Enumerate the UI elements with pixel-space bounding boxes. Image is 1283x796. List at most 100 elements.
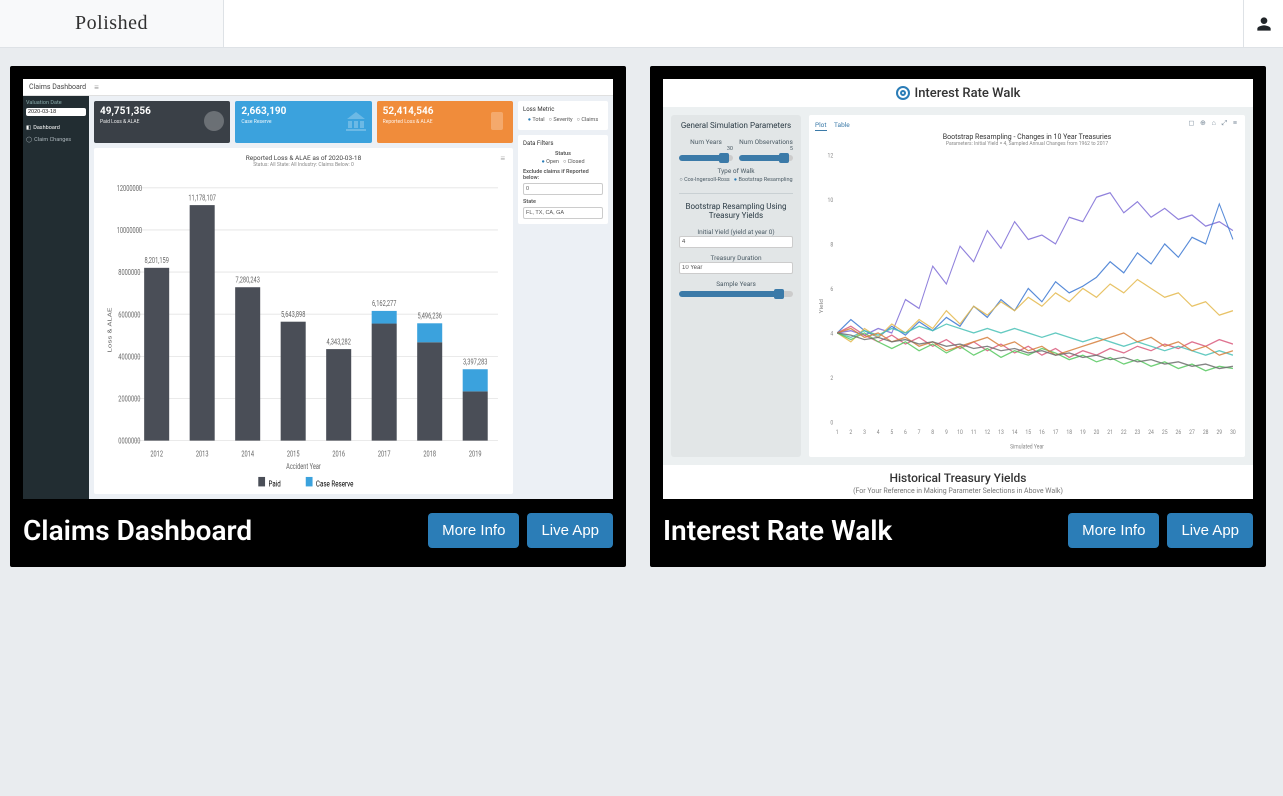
duration-label: Treasury Duration <box>679 254 793 262</box>
preview-main: Plot Table ◻ ⊕ ⌂ ⤢ ≡ Bootstrap Resamplin… <box>809 115 1245 457</box>
preview-sidebar: Valuation Date ◧ Dashboard ◯ Claim Chang… <box>23 96 89 499</box>
preview-titlebar: Claims Dashboard ≡ <box>23 79 613 96</box>
tab-table: Table <box>834 121 850 129</box>
svg-text:2: 2 <box>849 429 852 436</box>
svg-text:10000000: 10000000 <box>117 226 142 235</box>
svg-text:6: 6 <box>904 429 907 436</box>
duration-select <box>679 262 793 274</box>
chart-panel: Reported Loss & ALAE as of 2020-03-18 St… <box>94 148 513 494</box>
radio-closed: Closed <box>563 159 585 165</box>
svg-text:7: 7 <box>918 429 921 436</box>
svg-text:5: 5 <box>890 429 893 436</box>
preview-app-title: Claims Dashboard <box>29 83 86 91</box>
svg-text:15: 15 <box>1025 429 1031 436</box>
svg-text:2013: 2013 <box>196 449 209 458</box>
svg-text:5,643,898: 5,643,898 <box>281 310 306 319</box>
svg-text:8: 8 <box>931 429 934 436</box>
exclude-input <box>523 183 603 195</box>
bank-icon <box>344 109 368 133</box>
user-menu-button[interactable] <box>1243 0 1283 47</box>
svg-text:21: 21 <box>1107 429 1113 436</box>
bar-chart: 0000000200000040000006000000800000010000… <box>100 172 507 488</box>
target-icon <box>896 86 910 100</box>
svg-text:Loss & ALAE: Loss & ALAE <box>106 307 113 352</box>
stat-row: 49,751,356 Paid Loss & ALAE 2,663,190 Ca… <box>94 101 513 143</box>
panel-title: Loss Metric <box>523 106 603 113</box>
svg-text:23: 23 <box>1135 429 1141 436</box>
radio-cir: Cox-Ingersoll-Ross <box>679 177 729 183</box>
svg-text:2016: 2016 <box>332 449 345 458</box>
clipboard-icon <box>485 109 509 133</box>
chart-toolbar-icons: ◻ ⊕ ⌂ ⤢ ≡ <box>1188 119 1239 128</box>
valuation-date-label: Valuation Date <box>26 100 86 106</box>
svg-text:14: 14 <box>1012 429 1018 436</box>
footer-subtitle: (For Your Reference in Making Parameter … <box>663 487 1253 495</box>
svg-text:26: 26 <box>1176 429 1182 436</box>
svg-text:5,496,236: 5,496,236 <box>417 312 442 321</box>
general-params-header: General Simulation Parameters <box>679 121 793 130</box>
status-label: Status <box>523 151 603 157</box>
svg-text:19: 19 <box>1080 429 1086 436</box>
line-chart: 0246810121234567891011121314151617181920… <box>815 147 1239 451</box>
svg-text:25: 25 <box>1162 429 1168 436</box>
chart-subtitle: Status: All State: All Industry: Claims … <box>100 162 507 168</box>
svg-text:Paid: Paid <box>268 478 280 488</box>
sidebar-item-label: Claim Changes <box>34 137 71 143</box>
initial-yield-label: Initial Yield (yield at year 0) <box>679 228 793 236</box>
svg-text:12000000: 12000000 <box>117 184 142 193</box>
svg-text:Case Reserve: Case Reserve <box>316 478 354 488</box>
num-years-value: 30 <box>679 146 733 152</box>
card-grid: Claims Dashboard ≡ Valuation Date ◧ Dash… <box>0 48 1283 585</box>
more-info-button[interactable]: More Info <box>428 513 519 548</box>
radio-severity: Severity <box>549 117 573 123</box>
sidebar-item-dashboard: ◧ Dashboard <box>26 122 86 134</box>
svg-text:Yield: Yield <box>820 299 825 313</box>
live-app-button[interactable]: Live App <box>1167 513 1253 548</box>
app-preview-interest: Interest Rate Walk General Simulation Pa… <box>663 79 1253 499</box>
footer-title: Historical Treasury Yields <box>663 471 1253 485</box>
svg-text:Accident Year: Accident Year <box>286 462 321 471</box>
valuation-date-input <box>26 108 86 116</box>
exclude-label: Exclude claims if Reported below: <box>523 169 603 181</box>
svg-text:7,280,243: 7,280,243 <box>235 276 260 285</box>
loss-metric-options: Total Severity Claims <box>523 117 603 123</box>
radio-bootstrap: Bootstrap Resampling <box>734 177 793 183</box>
svg-text:27: 27 <box>1189 429 1195 436</box>
data-filters-panel: Data Filters Status Open Closed Exclude … <box>518 135 608 224</box>
live-app-button[interactable]: Live App <box>527 513 613 548</box>
chart-title: Reported Loss & ALAE as of 2020-03-18 <box>100 154 507 162</box>
svg-text:6,162,277: 6,162,277 <box>372 299 397 308</box>
user-icon <box>1256 15 1272 33</box>
svg-text:Simulated Year: Simulated Year <box>1010 444 1044 451</box>
preview-header: Interest Rate Walk <box>663 79 1253 107</box>
svg-text:9: 9 <box>945 429 948 436</box>
svg-text:1: 1 <box>836 429 839 436</box>
more-info-button[interactable]: More Info <box>1068 513 1159 548</box>
tab-plot: Plot <box>815 121 827 131</box>
loss-metric-panel: Loss Metric Total Severity Claims <box>518 101 608 130</box>
radio-total: Total <box>528 117 545 123</box>
svg-text:4000000: 4000000 <box>118 353 140 362</box>
navbar: Polished <box>0 0 1283 48</box>
svg-text:2012: 2012 <box>150 449 163 458</box>
sidebar-item-label: Dashboard <box>33 125 60 131</box>
svg-text:28: 28 <box>1203 429 1209 436</box>
card-title: Claims Dashboard <box>23 514 420 547</box>
bootstrap-header: Bootstrap Resampling Using Treasury Yiel… <box>679 202 793 220</box>
svg-text:20: 20 <box>1094 429 1100 436</box>
svg-text:11: 11 <box>971 429 977 436</box>
chart-tabs: Plot Table <box>815 121 1239 129</box>
state-label: State <box>523 199 603 205</box>
svg-text:4: 4 <box>877 429 880 436</box>
svg-text:13: 13 <box>998 429 1004 436</box>
svg-text:3,397,283: 3,397,283 <box>463 358 488 367</box>
num-years-slider <box>679 155 733 161</box>
svg-text:17: 17 <box>1053 429 1059 436</box>
svg-text:0: 0 <box>830 420 833 427</box>
svg-text:22: 22 <box>1121 429 1127 436</box>
svg-text:6000000: 6000000 <box>118 310 140 319</box>
type-walk-label: Type of Walk <box>679 167 793 175</box>
card-title: Interest Rate Walk <box>663 514 1060 547</box>
svg-text:11,178,107: 11,178,107 <box>188 193 216 202</box>
svg-text:2: 2 <box>830 376 833 383</box>
